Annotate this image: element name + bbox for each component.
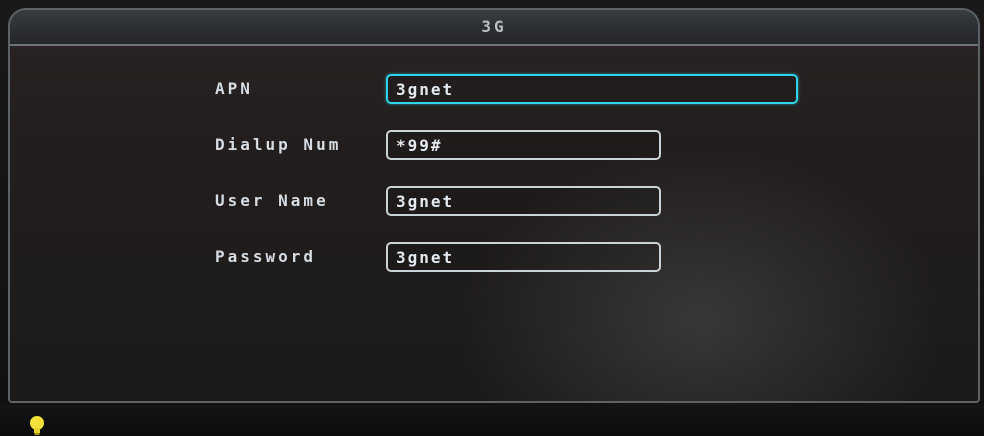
- password-label: Password: [215, 247, 317, 266]
- lightbulb-icon: [30, 416, 44, 435]
- user-name-field[interactable]: 3gnet: [386, 186, 661, 216]
- dialup-num-label: Dialup Num: [215, 135, 342, 154]
- user-name-row: User Name 3gnet: [10, 186, 982, 220]
- password-row: Password 3gnet: [10, 242, 982, 276]
- dialup-num-field[interactable]: *99#: [386, 130, 661, 160]
- 3g-settings-window: 3G APN 3gnet Dialup Num *99# User Name 3…: [8, 8, 980, 403]
- status-strip: [0, 405, 984, 436]
- window-title: 3G: [481, 17, 507, 36]
- password-field[interactable]: 3gnet: [386, 242, 661, 272]
- screen: 3G APN 3gnet Dialup Num *99# User Name 3…: [0, 0, 984, 436]
- apn-label: APN: [215, 79, 253, 98]
- apn-row: APN 3gnet: [10, 74, 982, 108]
- title-bar: 3G: [10, 10, 978, 46]
- apn-field[interactable]: 3gnet: [386, 74, 798, 104]
- user-name-label: User Name: [215, 191, 329, 210]
- dialup-num-row: Dialup Num *99#: [10, 130, 982, 164]
